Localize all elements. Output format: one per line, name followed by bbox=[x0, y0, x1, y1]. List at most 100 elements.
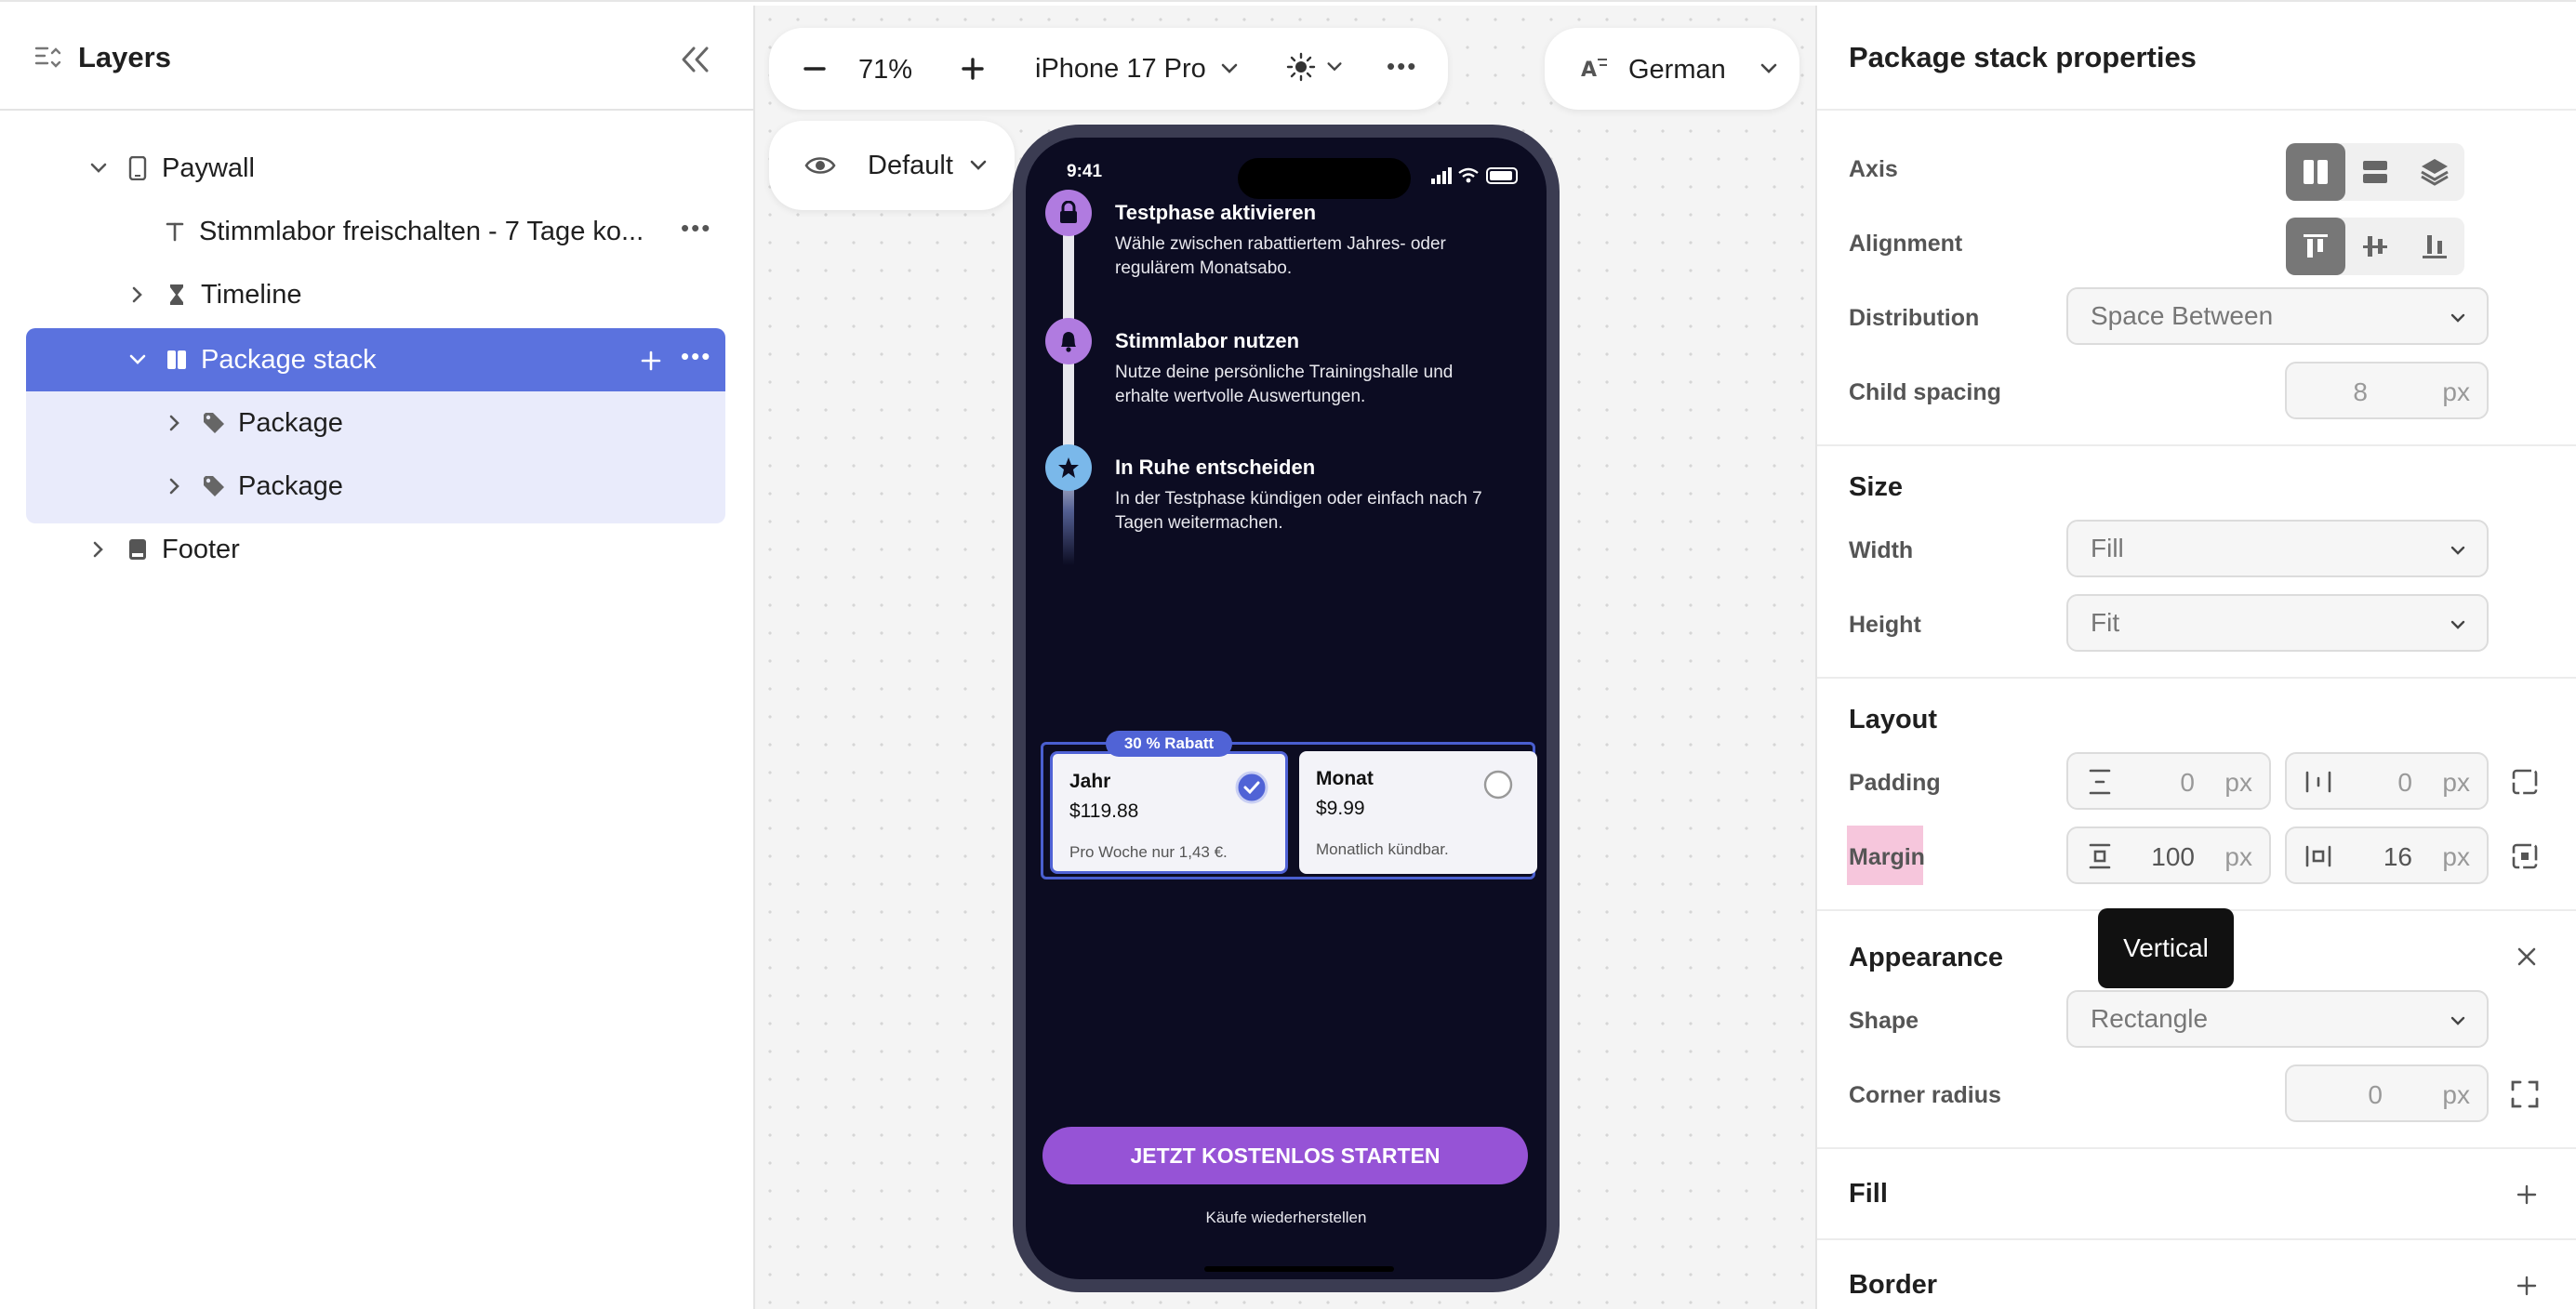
size-section-title: Size bbox=[1849, 472, 1904, 502]
layer-item-footer[interactable]: Footer bbox=[86, 519, 240, 580]
chevron-down-icon[interactable] bbox=[125, 347, 151, 373]
discount-badge: 30 % Rabatt bbox=[1106, 731, 1232, 757]
chevron-down-icon[interactable] bbox=[86, 155, 112, 181]
add-child-icon[interactable] bbox=[638, 348, 664, 374]
padding-vertical-icon bbox=[2089, 769, 2111, 795]
more-options-icon[interactable]: ••• bbox=[1387, 52, 1417, 81]
align-center-button[interactable] bbox=[2345, 218, 2405, 275]
align-top-button[interactable] bbox=[2286, 218, 2345, 275]
columns-icon bbox=[2304, 160, 2328, 184]
language-name: German bbox=[1628, 55, 1726, 85]
check-selected-icon bbox=[1235, 771, 1268, 804]
layers-header-divider bbox=[0, 109, 753, 111]
child-spacing-label: Child spacing bbox=[1849, 379, 2001, 405]
layer-item-headline-text[interactable]: Stimmlabor freischalten - 7 Tage ko... bbox=[162, 201, 644, 262]
margin-vertical-input[interactable]: 100 px bbox=[2066, 826, 2271, 884]
align-bottom-button[interactable] bbox=[2405, 218, 2464, 275]
axis-vertical-button[interactable] bbox=[2345, 143, 2405, 201]
tag-icon bbox=[201, 410, 227, 436]
padding-label: Padding bbox=[1849, 770, 1941, 796]
layers-title: Layers bbox=[78, 41, 171, 73]
fill-section-title: Fill bbox=[1849, 1179, 1888, 1209]
layer-item-package[interactable]: Package bbox=[162, 392, 343, 454]
section-divider bbox=[1817, 677, 2576, 679]
preview-state-select[interactable]: Default bbox=[769, 121, 1015, 210]
height-select[interactable]: Fit bbox=[2066, 594, 2489, 652]
corner-radius-input[interactable]: 0 px bbox=[2285, 1064, 2489, 1122]
package-name: Jahr bbox=[1069, 771, 1111, 792]
stack-columns-icon bbox=[164, 347, 190, 373]
chevron-down-icon bbox=[2450, 313, 2465, 323]
chevron-right-icon[interactable] bbox=[162, 410, 188, 436]
layer-label: Package bbox=[238, 470, 343, 501]
status-icons bbox=[1431, 167, 1518, 184]
status-time: 9:41 bbox=[1067, 162, 1103, 181]
chevron-right-icon[interactable] bbox=[162, 473, 188, 499]
chevron-right-icon[interactable] bbox=[125, 282, 151, 308]
zoom-out-icon[interactable] bbox=[803, 57, 827, 81]
align-bottom-icon bbox=[2423, 235, 2447, 258]
timeline-title: Testphase aktivieren bbox=[1115, 201, 1317, 224]
restore-purchases-link[interactable]: Käufe wiederherstellen bbox=[1026, 1209, 1547, 1227]
axis-zstack-button[interactable] bbox=[2405, 143, 2464, 201]
package-card-month[interactable]: Monat $9.99 Monatlich kündbar. bbox=[1299, 751, 1537, 874]
layers-panel: Layers Paywall Stimmlabor freischalten -… bbox=[0, 6, 755, 1309]
child-spacing-input[interactable]: 8 px bbox=[2285, 362, 2489, 419]
layers-toggle-icon[interactable] bbox=[33, 43, 63, 73]
shape-select[interactable]: Rectangle bbox=[2066, 990, 2489, 1048]
add-fill-icon[interactable] bbox=[2515, 1183, 2539, 1207]
package-card-year[interactable]: Jahr $119.88 Pro Woche nur 1,43 €. bbox=[1050, 751, 1288, 874]
dynamic-island bbox=[1238, 158, 1411, 199]
package-desc: Pro Woche nur 1,43 €. bbox=[1069, 843, 1228, 861]
section-divider bbox=[1817, 444, 2576, 446]
package-price: $119.88 bbox=[1069, 800, 1139, 822]
distribution-label: Distribution bbox=[1849, 305, 1980, 331]
timeline-line bbox=[1063, 203, 1074, 565]
theme-select[interactable] bbox=[1286, 52, 1344, 82]
height-value: Fit bbox=[2091, 608, 2120, 637]
width-value: Fill bbox=[2091, 534, 2124, 562]
chevron-down-icon bbox=[2450, 546, 2465, 555]
margin-vertical-icon bbox=[2089, 843, 2111, 869]
margin-individual-icon[interactable] bbox=[2509, 840, 2541, 872]
phone-preview[interactable]: 9:41 Testphase aktivieren Wähle zwischen… bbox=[1013, 125, 1560, 1292]
margin-horizontal-input[interactable]: 16 px bbox=[2285, 826, 2489, 884]
chevron-down-icon bbox=[1760, 63, 1777, 73]
layer-label: Timeline bbox=[201, 279, 302, 310]
layout-section-title: Layout bbox=[1849, 705, 1938, 734]
distribution-select[interactable]: Space Between bbox=[2066, 287, 2489, 345]
alignment-label: Alignment bbox=[1849, 231, 1963, 257]
layer-item-package[interactable]: Package bbox=[162, 456, 343, 517]
margin-vertical-value: 100 bbox=[2151, 842, 2195, 871]
layer-item-timeline[interactable]: Timeline bbox=[125, 264, 302, 325]
footer-icon bbox=[125, 536, 151, 562]
phone-icon bbox=[125, 155, 151, 181]
padding-vertical-input[interactable]: 0 px bbox=[2066, 752, 2271, 810]
collapse-panel-icon[interactable] bbox=[679, 45, 712, 74]
properties-panel: Package stack properties Axis Alignment … bbox=[1815, 6, 2576, 1309]
bell-icon bbox=[1045, 318, 1092, 364]
more-options-icon[interactable]: ••• bbox=[681, 342, 711, 371]
eye-icon bbox=[804, 157, 836, 174]
canvas-toolbar: 71% iPhone 17 Pro ••• bbox=[769, 28, 1448, 110]
properties-title: Package stack properties bbox=[1849, 41, 2197, 73]
width-select[interactable]: Fill bbox=[2066, 520, 2489, 577]
corner-individual-icon[interactable] bbox=[2509, 1078, 2541, 1110]
unit-label: px bbox=[2442, 768, 2470, 797]
layer-item-paywall[interactable]: Paywall bbox=[86, 138, 255, 199]
alignment-segmented-control bbox=[2286, 218, 2464, 275]
layer-item-package-stack[interactable]: Package stack bbox=[125, 329, 377, 390]
add-border-icon[interactable] bbox=[2515, 1274, 2539, 1298]
language-select[interactable]: A German bbox=[1545, 28, 1799, 110]
close-icon[interactable] bbox=[2515, 945, 2539, 969]
padding-horizontal-input[interactable]: 0 px bbox=[2285, 752, 2489, 810]
tag-icon bbox=[201, 473, 227, 499]
zoom-in-icon[interactable] bbox=[961, 57, 985, 81]
axis-horizontal-button[interactable] bbox=[2286, 143, 2345, 201]
device-select[interactable]: iPhone 17 Pro bbox=[1035, 45, 1240, 93]
start-free-button[interactable]: JETZT KOSTENLOS STARTEN bbox=[1042, 1127, 1528, 1184]
chevron-right-icon[interactable] bbox=[86, 536, 112, 562]
padding-individual-icon[interactable] bbox=[2509, 766, 2541, 798]
more-options-icon[interactable]: ••• bbox=[681, 214, 711, 243]
header-divider bbox=[1817, 109, 2576, 111]
